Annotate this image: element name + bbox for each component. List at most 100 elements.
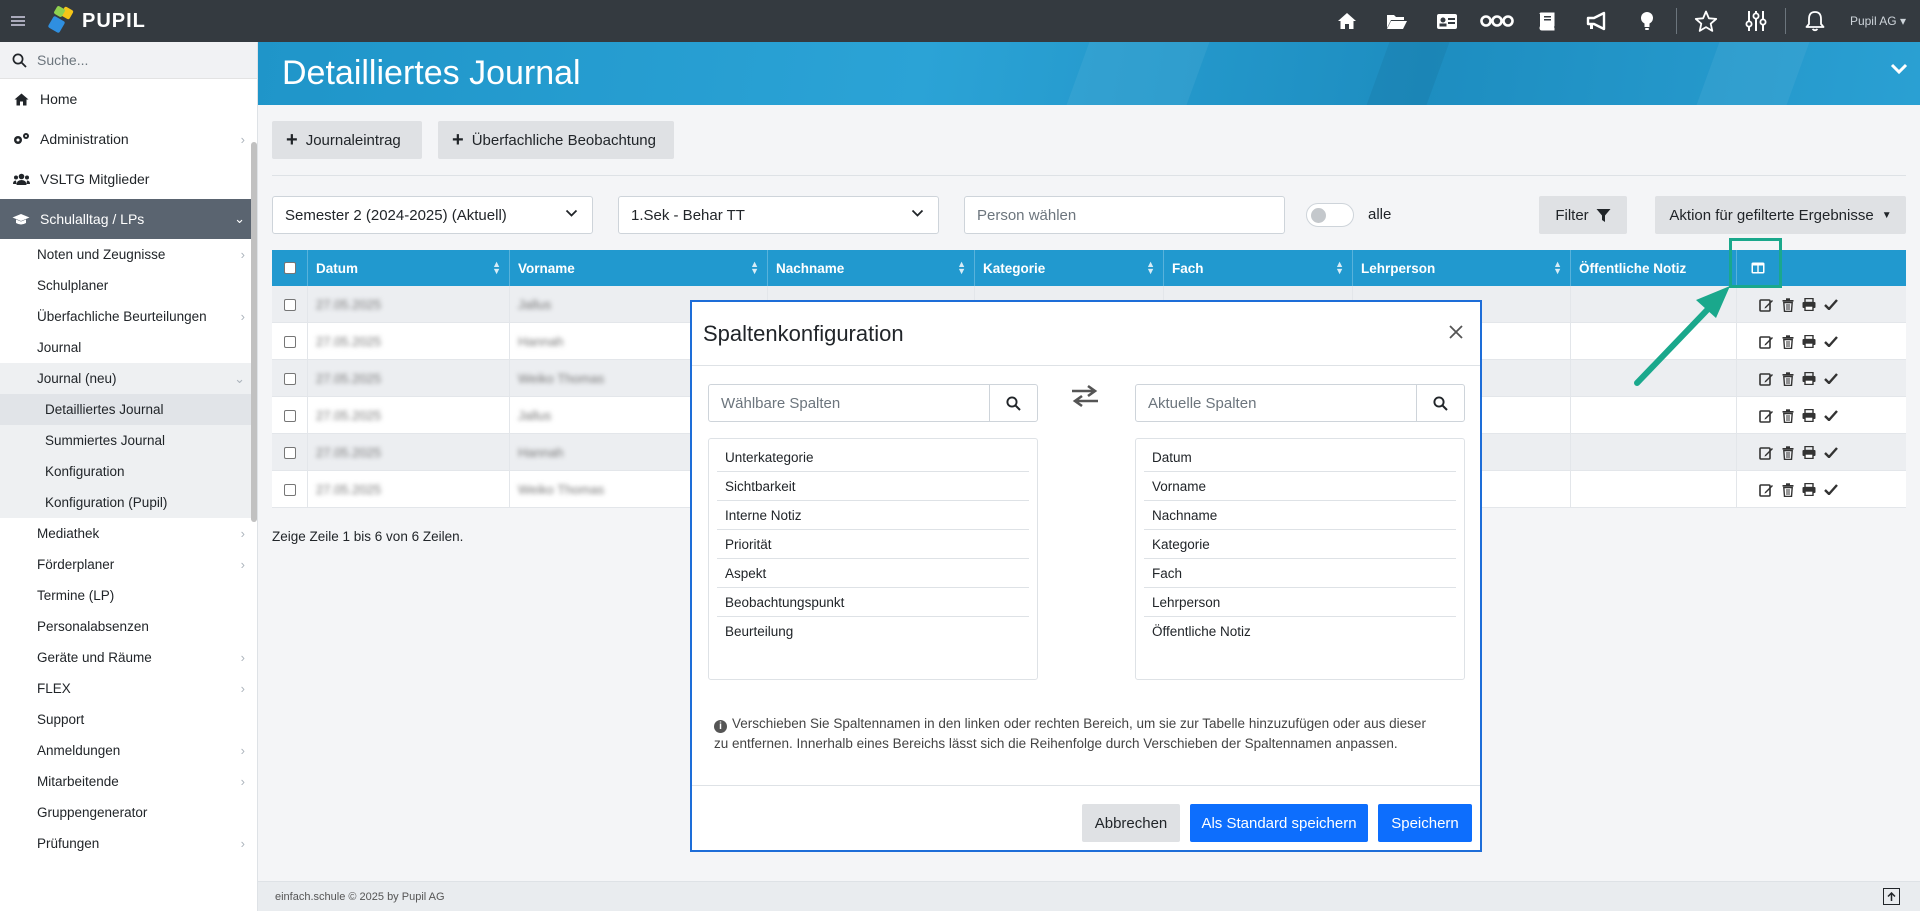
column-option[interactable]: Vorname [1144,472,1456,501]
chevron-down-icon[interactable] [1890,62,1908,78]
column-header-lehrperson[interactable]: Lehrperson ▲ ▼ [1353,250,1571,286]
column-option[interactable]: Datum [1144,443,1456,472]
column-option[interactable]: Beurteilung [717,617,1029,646]
trash-icon[interactable] [1782,482,1794,497]
column-option[interactable]: Kategorie [1144,530,1456,559]
sidebar-item-flex[interactable]: FLEX › [0,673,257,704]
close-icon[interactable] [1448,324,1464,340]
column-option[interactable]: Fach [1144,559,1456,588]
row-checkbox[interactable] [284,298,296,311]
sidebar-item-gruppengenerator[interactable]: Gruppengenerator [0,797,257,828]
sidebar-item-foerderplaner[interactable]: Förderplaner › [0,549,257,580]
sidebar-item-journal-neu[interactable]: Journal (neu) ⌄ [0,363,257,394]
sidebar-item-journal[interactable]: Journal [0,332,257,363]
row-checkbox[interactable] [284,446,296,459]
edit-icon[interactable] [1759,483,1774,497]
edit-icon[interactable] [1759,409,1774,423]
sidebar-item-summiertes-journal[interactable]: Summiertes Journal [0,425,257,456]
sidebar-item-konfiguration-pupil[interactable]: Konfiguration (Pupil) [0,487,257,518]
cancel-button[interactable]: Abbrechen [1082,804,1180,842]
column-option[interactable]: Sichtbarkeit [717,472,1029,501]
save-default-button[interactable]: Als Standard speichern [1190,804,1368,842]
print-icon[interactable] [1802,446,1816,459]
journaleintrag-button[interactable]: + Journaleintrag [272,121,422,159]
column-header-vorname[interactable]: Vorname ▲ ▼ [510,250,768,286]
sidebar-item-konfiguration[interactable]: Konfiguration [0,456,257,487]
edit-icon[interactable] [1759,446,1774,460]
sidebar-item-termine[interactable]: Termine (LP) [0,580,257,611]
column-header-kategorie[interactable]: Kategorie ▲ ▼ [975,250,1164,286]
sidebar-item-vsltg[interactable]: VSLTG Mitglieder [0,159,257,199]
available-columns-search-button[interactable] [989,385,1037,421]
pupil-logo[interactable]: PUPIL [47,4,146,38]
scroll-to-top-button[interactable] [1883,888,1900,905]
column-header-nachname[interactable]: Nachname ▲ ▼ [768,250,975,286]
print-icon[interactable] [1802,409,1816,422]
column-header-datum[interactable]: Datum ▲ ▼ [308,250,510,286]
print-icon[interactable] [1802,298,1816,311]
sidebar-item-pruefungen[interactable]: Prüfungen › [0,828,257,859]
column-option[interactable]: Lehrperson [1144,588,1456,617]
check-icon[interactable] [1824,447,1838,458]
row-checkbox[interactable] [284,409,296,422]
column-option[interactable]: Aspekt [717,559,1029,588]
trash-icon[interactable] [1782,334,1794,349]
sidebar-search-input[interactable]: Suche... [37,52,88,68]
trash-icon[interactable] [1782,297,1794,312]
sidebar-item-schulplaner[interactable]: Schulplaner [0,270,257,301]
star-icon[interactable] [1681,0,1731,42]
column-option[interactable]: Interne Notiz [717,501,1029,530]
semester-select[interactable]: Semester 2 (2024-2025) (Aktuell) [272,196,593,234]
column-option[interactable]: Nachname [1144,501,1456,530]
lightbulb-icon[interactable] [1622,0,1672,42]
column-option[interactable]: Öffentliche Notiz [1144,617,1456,646]
megaphone-icon[interactable] [1572,0,1622,42]
column-header-fach[interactable]: Fach ▲ ▼ [1164,250,1353,286]
sidebar-item-mitarbeitende[interactable]: Mitarbeitende › [0,766,257,797]
sidebar-item-support[interactable]: Support [0,704,257,735]
sidebar-item-anmeldungen[interactable]: Anmeldungen › [0,735,257,766]
select-all-checkbox[interactable] [284,262,296,274]
column-option[interactable]: Beobachtungspunkt [717,588,1029,617]
sidebar-item-personalabsenzen[interactable]: Personalabsenzen [0,611,257,642]
row-checkbox[interactable] [284,372,296,385]
trash-icon[interactable] [1782,408,1794,423]
print-icon[interactable] [1802,483,1816,496]
trash-icon[interactable] [1782,445,1794,460]
available-columns-search-input[interactable]: Wählbare Spalten [709,385,989,421]
person-select[interactable]: Person wählen [964,196,1285,234]
home-icon[interactable] [1322,0,1372,42]
trash-icon[interactable] [1782,371,1794,386]
folder-open-icon[interactable] [1372,0,1422,42]
sidebar-item-administration[interactable]: Administration › [0,119,257,159]
ueberfachliche-beobachtung-button[interactable]: + Überfachliche Beobachtung [438,121,674,159]
alle-toggle[interactable] [1306,203,1354,227]
sidebar-item-geraete[interactable]: Geräte und Räume › [0,642,257,673]
edit-icon[interactable] [1759,372,1774,386]
sidebar-item-noten[interactable]: Noten und Zeugnisse › [0,239,257,270]
sidebar-item-schulalltag[interactable]: Schulalltag / LPs ⌄ [0,199,257,239]
current-columns-search-button[interactable] [1416,385,1464,421]
row-checkbox[interactable] [284,335,296,348]
current-columns-search[interactable]: Aktuelle Spalten [1135,384,1465,422]
class-select[interactable]: 1.Sek - Behar TT [618,196,939,234]
check-icon[interactable] [1824,336,1838,347]
edit-icon[interactable] [1759,335,1774,349]
current-columns-search-input[interactable]: Aktuelle Spalten [1136,385,1416,421]
user-menu[interactable]: Pupil AG ▾ [1850,14,1906,28]
check-icon[interactable] [1824,410,1838,421]
column-option[interactable]: Priorität [717,530,1029,559]
book-icon[interactable] [1522,0,1572,42]
sidebar-item-mediathek[interactable]: Mediathek › [0,518,257,549]
row-checkbox[interactable] [284,483,296,496]
id-card-icon[interactable] [1422,0,1472,42]
check-icon[interactable] [1824,299,1838,310]
aktion-dropdown-button[interactable]: Aktion für gefilterte Ergebnisse ▼ [1655,196,1906,234]
sidebar-search[interactable]: Suche... [0,42,257,79]
filter-button[interactable]: Filter [1539,196,1627,234]
bell-icon[interactable] [1790,0,1840,42]
sidebar-scrollbar[interactable] [251,142,257,522]
sidebar-item-home[interactable]: Home [0,79,257,119]
menu-toggle-icon[interactable] [0,0,36,42]
available-columns-search[interactable]: Wählbare Spalten [708,384,1038,422]
